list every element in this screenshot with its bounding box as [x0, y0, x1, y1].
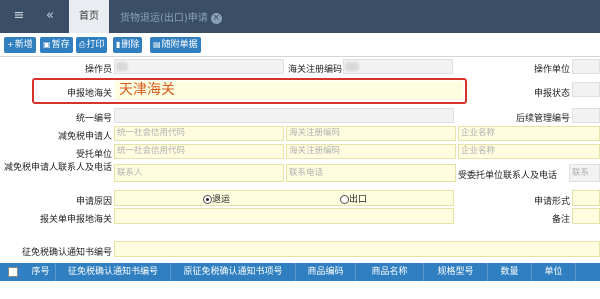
- print-button[interactable]: ⎙打印: [76, 37, 108, 53]
- double-chevron-left-icon[interactable]: «: [41, 8, 59, 24]
- remark-input[interactable]: [572, 208, 600, 224]
- tab-document[interactable]: 货物退运(出口)申请 ×: [112, 4, 245, 33]
- applicant-credit-input[interactable]: 统一社会信用代码: [114, 126, 284, 141]
- radio-unselected-icon[interactable]: [340, 195, 349, 204]
- delete-button[interactable]: ▮删除: [113, 37, 143, 53]
- goods-table-header: 序号 征免税确认通知书编号 原征免税确认通知书项号 商品编码 商品名称 规格型号…: [0, 263, 600, 281]
- report-customs-input[interactable]: [114, 208, 454, 224]
- column-header-unit[interactable]: 单位: [532, 263, 576, 281]
- print-label: 打印: [86, 40, 105, 50]
- delete-label: 删除: [121, 40, 140, 50]
- reason-label: 申请原因: [75, 197, 112, 207]
- tab-document-label: 货物退运(出口)申请: [120, 13, 208, 24]
- save-draft-button[interactable]: ▣暂存: [40, 37, 73, 53]
- plus-icon: +: [7, 40, 14, 49]
- contact-label: 减免税申请人联系人及电话: [3, 163, 112, 173]
- highlight-box: [32, 78, 467, 104]
- entrusted-contact-label: 受委托单位联系人及电话: [458, 171, 558, 181]
- attachment-icon: ▤: [153, 40, 161, 49]
- customs-reg-field: [343, 59, 453, 74]
- print-icon: ⎙: [79, 40, 86, 49]
- contact-phone-input[interactable]: 联系电话: [286, 164, 456, 182]
- radio-selected-icon[interactable]: [203, 195, 212, 204]
- redacted-blur: [116, 62, 128, 71]
- add-button-label: 新增: [14, 40, 33, 50]
- entrusted-credit-input[interactable]: 统一社会信用代码: [114, 144, 284, 159]
- notice-no-input[interactable]: [114, 241, 600, 257]
- hamburger-icon[interactable]: ≡: [10, 8, 28, 24]
- reason-option-export[interactable]: 出口: [340, 192, 367, 205]
- remark-label: 备注: [551, 215, 570, 225]
- customs-reg-label: 海关注册编码: [288, 65, 343, 75]
- entrusted-name-input[interactable]: 企业名称: [458, 144, 600, 159]
- reason-option-return[interactable]: 退运: [203, 192, 230, 205]
- applicant-reg-input[interactable]: 海关注册编码: [286, 126, 456, 141]
- goods-table-body: [0, 281, 600, 299]
- notice-no-label: 征免税确认通知书编号: [21, 248, 112, 258]
- followup-no-label: 后续管理编号: [515, 114, 570, 124]
- unified-no-field: [114, 108, 454, 123]
- form-type-label: 申请形式: [533, 197, 570, 207]
- form-type-select[interactable]: [572, 190, 600, 206]
- save-draft-label: 暂存: [51, 40, 70, 50]
- contact-person-input[interactable]: 联系人: [114, 164, 284, 182]
- add-button[interactable]: +新增: [4, 37, 36, 53]
- operator-field: [114, 59, 284, 74]
- attachments-label: 随附单据: [161, 40, 198, 50]
- reason-option-export-label: 出口: [349, 195, 368, 205]
- tab-home[interactable]: 首页: [69, 0, 109, 33]
- save-icon: ▣: [43, 40, 51, 49]
- reason-radio-group: [114, 190, 454, 206]
- tab-bar: ≡ « 首页 货物退运(出口)申请 ×: [0, 0, 600, 33]
- applicant-label: 减免税申请人: [57, 132, 112, 142]
- operate-unit-label: 操作单位: [533, 65, 570, 75]
- entrusted-contact-input[interactable]: 联系: [569, 164, 600, 182]
- column-header-orig-item-no[interactable]: 原征免税确认通知书项号: [171, 263, 296, 281]
- entrusted-reg-input[interactable]: 海关注册编码: [286, 144, 456, 159]
- column-header-extra: [576, 263, 600, 281]
- toolbar: +新增 ▣暂存 ⎙打印 ▮删除 ▤随附单据: [0, 33, 600, 57]
- trash-icon: ▮: [116, 40, 121, 49]
- unified-no-label: 统一编号: [75, 114, 112, 124]
- column-header-goods-name[interactable]: 商品名称: [356, 263, 424, 281]
- attachments-button[interactable]: ▤随附单据: [150, 37, 201, 53]
- column-header-spec[interactable]: 规格型号: [424, 263, 488, 281]
- redacted-blur: [345, 62, 359, 71]
- declare-status-field: [572, 82, 600, 97]
- column-header-hs-code[interactable]: 商品编码: [296, 263, 356, 281]
- declare-status-label: 申报状态: [533, 89, 570, 99]
- operator-label: 操作员: [84, 65, 112, 75]
- select-all-checkbox[interactable]: [8, 267, 18, 277]
- entrusted-label: 受托单位: [75, 150, 112, 160]
- column-header-notice-no[interactable]: 征免税确认通知书编号: [56, 263, 171, 281]
- operate-unit-field: [572, 59, 600, 74]
- followup-no-field: [572, 108, 600, 123]
- applicant-name-input[interactable]: 企业名称: [458, 126, 600, 141]
- column-header-quantity[interactable]: 数量: [488, 263, 532, 281]
- report-customs-label: 报关单申报地海关: [39, 215, 112, 225]
- reason-option-return-label: 退运: [212, 195, 231, 205]
- close-icon[interactable]: ×: [210, 12, 222, 24]
- column-header-seq[interactable]: 序号: [26, 263, 56, 281]
